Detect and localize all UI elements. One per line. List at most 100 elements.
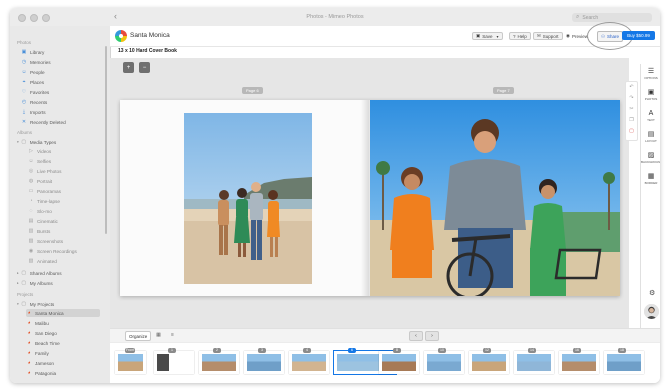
sidebar-item-selfies[interactable]: ☺ Selfies bbox=[28, 157, 100, 165]
project-logo-icon: ◕ bbox=[27, 370, 31, 376]
search-input[interactable]: ⌕ Search bbox=[572, 13, 652, 22]
sidebar-item-screen-recordings-label: Screen Recordings bbox=[37, 248, 77, 254]
sidebar-item-people[interactable]: ☺ People bbox=[21, 68, 100, 76]
panel-border[interactable]: ▦ BORDER bbox=[641, 173, 660, 185]
border-icon: ▦ bbox=[647, 173, 655, 180]
page-thumbnail[interactable]: 16 bbox=[559, 348, 599, 374]
sidebar-item-favorites[interactable]: ♡ Favorites bbox=[21, 88, 100, 96]
sidebar-item-imports[interactable]: ⤓ Imports bbox=[21, 108, 100, 116]
sidebar-item-panoramas[interactable]: ▭ Panoramas bbox=[28, 187, 100, 195]
sidebar-item-time-lapse[interactable]: ◔ Time-lapse bbox=[28, 197, 100, 205]
sidebar-item-screenshots[interactable]: ▨ Screenshots bbox=[28, 237, 100, 245]
sidebar-item-my-projects[interactable]: ▾ ▢ My Projects bbox=[17, 300, 100, 308]
sidebar-item-recently-deleted[interactable]: ✕ Recently Deleted bbox=[21, 118, 100, 126]
media-type-icon: ▤ bbox=[28, 218, 34, 224]
left-page-photo[interactable] bbox=[184, 113, 312, 284]
sidebar-project-beach-time-label: Beach Time bbox=[35, 340, 60, 346]
page-thumbnail[interactable]: 4 bbox=[289, 348, 329, 374]
gear-icon[interactable]: ⚙ bbox=[649, 289, 655, 297]
support-button[interactable]: ✉ Support bbox=[533, 32, 563, 40]
sidebar-item-recents[interactable]: ◴ Recents bbox=[21, 98, 100, 106]
panel-background[interactable]: ▨BACKGROUND bbox=[641, 152, 660, 164]
page-thumbnail[interactable]: 2 bbox=[199, 348, 239, 374]
sidebar-project-jameson[interactable]: ◕ Jameson bbox=[26, 359, 100, 367]
sidebar-item-selfies-label: Selfies bbox=[37, 158, 52, 164]
sidebar-item-portrait[interactable]: ◍ Portrait bbox=[28, 177, 100, 185]
help-button[interactable]: ? Help bbox=[509, 32, 531, 40]
sidebar-project-beach-time[interactable]: ◕ Beach Time bbox=[26, 339, 100, 347]
sidebar-project-santa-monica-label: Santa Monica bbox=[35, 310, 64, 316]
sidebar-item-my-albums[interactable]: ▸ ▢ My Albums bbox=[17, 279, 100, 287]
sidebar-project-family[interactable]: ◕ Family bbox=[26, 349, 100, 357]
sidebar-project-san-diego[interactable]: ◕ San Diego bbox=[26, 329, 100, 337]
sidebar-item-animated-label: Animated bbox=[37, 258, 57, 264]
list-view-icon[interactable]: ≡ bbox=[168, 331, 177, 339]
sidebar-item-media-types[interactable]: ▾ ▢ Media Types bbox=[17, 138, 100, 146]
sidebar-item-cinematic[interactable]: ▤ Cinematic bbox=[28, 217, 100, 225]
page-number-badge: 4 bbox=[303, 348, 311, 353]
panel-text[interactable]: A TEXT bbox=[641, 110, 660, 122]
sidebar-item-places[interactable]: ⌖ Places bbox=[21, 78, 100, 86]
sidebar-project-malibu[interactable]: ◕ Malibu bbox=[26, 319, 100, 327]
sidebar-item-shared-albums[interactable]: ▸ ▢ Shared Albums bbox=[17, 269, 100, 277]
disclosure-triangle-icon[interactable]: ▸ bbox=[17, 281, 19, 285]
page-thumbnail[interactable]: 1 bbox=[154, 348, 194, 374]
panel-photos[interactable]: ▣ PHOTOS bbox=[641, 89, 660, 101]
preview-button[interactable]: ◉ Preview bbox=[566, 32, 588, 40]
sidebar-item-library[interactable]: ▣ Library bbox=[21, 48, 100, 56]
left-page-label: Page 6 bbox=[242, 87, 263, 94]
organize-button[interactable]: Organize bbox=[125, 331, 152, 341]
page-thumbnail[interactable]: 12 bbox=[469, 348, 509, 374]
sidebar-project-patagonia[interactable]: ◕ Patagonia bbox=[26, 369, 100, 377]
sidebar-item-bursts-label: Bursts bbox=[37, 228, 51, 234]
copy-icon[interactable]: ❐ bbox=[626, 115, 637, 126]
page-thumbnail[interactable]: 18 bbox=[604, 348, 644, 374]
page-number-badge: 2 bbox=[213, 348, 221, 353]
page-thumbnail[interactable]: 8 bbox=[379, 348, 419, 374]
sidebar-item-my-albums-label: My Albums bbox=[29, 280, 53, 286]
sidebar-item-slo-mo[interactable]: ◌ Slo-mo bbox=[28, 207, 100, 215]
zoom-in-button[interactable]: + bbox=[123, 62, 134, 73]
project-logo-icon: ◕ bbox=[27, 350, 31, 356]
right-page-photo[interactable] bbox=[370, 100, 620, 296]
page-number-badge: 3 bbox=[258, 348, 266, 353]
page-thumbnail[interactable]: 3 bbox=[244, 348, 284, 374]
cut-icon[interactable]: ✂ bbox=[626, 104, 637, 115]
panel-layout[interactable]: ▤ LAYOUT bbox=[641, 131, 660, 143]
sidebar-item-memories[interactable]: ◷ Memories bbox=[21, 58, 100, 66]
disclosure-triangle-icon[interactable]: ▸ bbox=[17, 271, 19, 275]
sidebar-item-bursts[interactable]: ▥ Bursts bbox=[28, 227, 100, 235]
sidebar-item-live-photos[interactable]: ◎ Live Photos bbox=[28, 167, 100, 175]
zoom-out-button[interactable]: − bbox=[139, 62, 150, 73]
grid-view-icon[interactable]: ▦ bbox=[154, 331, 163, 339]
sidebar-item-animated[interactable]: ▧ Animated bbox=[28, 257, 100, 265]
avatar[interactable] bbox=[644, 304, 659, 319]
page-number-badge: 6 bbox=[348, 348, 356, 353]
sidebar-item-videos[interactable]: ▷ Videos bbox=[28, 147, 100, 155]
page-thumbnail[interactable]: 10 bbox=[424, 348, 464, 374]
project-logo-icon: ◕ bbox=[27, 320, 31, 326]
delete-icon[interactable]: ▢ bbox=[626, 126, 637, 137]
undo-icon[interactable]: ↶ bbox=[626, 82, 637, 93]
panel-options[interactable]: ☰ OPTIONS bbox=[641, 68, 660, 80]
sidebar-scrollbar[interactable] bbox=[105, 46, 107, 234]
redo-icon[interactable]: ↷ bbox=[626, 93, 637, 104]
page-thumbnail[interactable]: 14 bbox=[514, 348, 554, 374]
prev-page-button[interactable]: ‹ bbox=[409, 331, 423, 341]
project-name: Santa Monica bbox=[130, 32, 170, 39]
sidebar-item-screen-recordings[interactable]: ◉ Screen Recordings bbox=[28, 247, 100, 255]
sidebar-item-library-label: Library bbox=[30, 49, 45, 55]
next-page-button[interactable]: › bbox=[425, 331, 439, 341]
save-button[interactable]: ▣ Save ▾ bbox=[472, 32, 503, 40]
page-thumbnail[interactable]: Front bbox=[115, 348, 146, 374]
share-button[interactable]: ⚇ Share bbox=[597, 31, 624, 42]
left-page[interactable] bbox=[120, 100, 369, 296]
disclosure-triangle-icon[interactable]: ▾ bbox=[17, 140, 19, 144]
chevron-down-icon[interactable]: ▾ bbox=[497, 34, 499, 39]
sidebar-project-santa-monica[interactable]: ◕ Santa Monica bbox=[26, 309, 100, 317]
cyclists-photo-image bbox=[370, 100, 620, 296]
sidebar-item-time-lapse-label: Time-lapse bbox=[37, 198, 61, 204]
buy-button[interactable]: Buy $50.99 bbox=[622, 31, 655, 40]
disclosure-triangle-icon[interactable]: ▾ bbox=[17, 302, 19, 306]
app-logo-icon bbox=[115, 30, 127, 42]
